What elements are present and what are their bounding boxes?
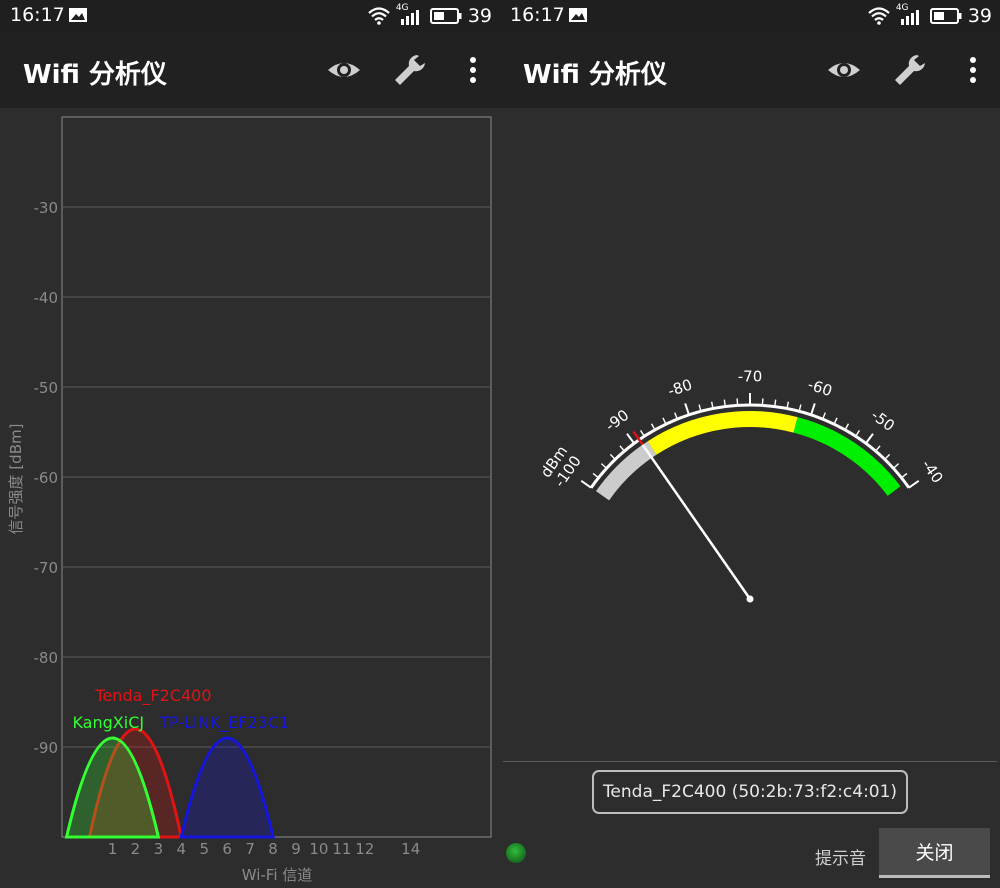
more-icon[interactable] — [955, 52, 991, 88]
gauge-tick — [609, 453, 616, 460]
battery-icon — [429, 8, 462, 24]
gauge-tick — [855, 430, 861, 437]
battery-percent: 39 — [967, 5, 992, 27]
gauge-tick — [580, 480, 592, 489]
x-tick-label: 3 — [154, 840, 164, 858]
network-type: 4G — [395, 3, 409, 13]
app-title: Wifi 分析仪 — [523, 60, 667, 90]
x-tick-label: 9 — [291, 840, 301, 858]
channel-chart: 信号强度 [dBm] Wi-Fi 信道 -30 -40 -50 -60 -70 -80 -9… — [7, 116, 492, 884]
gauge-tick — [908, 480, 920, 489]
gauge-tick — [865, 433, 874, 444]
wifi-signal-icon — [868, 7, 890, 25]
status-bar: 16:17 4G 39 — [0, 0, 500, 32]
gauge-zone-2 — [793, 417, 901, 496]
gauge-label: -40 — [918, 456, 947, 486]
x-tick-label: 6 — [222, 840, 232, 858]
gauge-tick — [844, 423, 850, 431]
wifi-signal-icon — [368, 7, 390, 25]
x-axis-label: Wi-Fi 信道 — [242, 866, 313, 884]
y-tick-label: -60 — [34, 469, 59, 487]
gauge-label: -50 — [868, 406, 898, 435]
x-tick-label: 7 — [245, 840, 255, 858]
x-tick-label: 10 — [309, 840, 328, 858]
status-time: 16:17 — [510, 4, 565, 26]
gauge-zone-1 — [647, 411, 798, 455]
signal-gauge: -100-90-80 -70 -60-50-40dBm — [537, 368, 947, 603]
gauge-tick — [592, 472, 599, 479]
x-tick-label: 11 — [332, 840, 351, 858]
close-button[interactable]: 关闭 — [879, 828, 990, 878]
gauge-label: -60 — [806, 375, 835, 400]
x-tick-label: 5 — [199, 840, 209, 858]
gauge-label: -90 — [602, 406, 632, 435]
y-axis-label: 信号强度 [dBm] — [7, 424, 25, 535]
signal-meter-screen: 16:17 4G 39 Wifi 分析仪 -100 -90 -80 -70 -6… — [500, 0, 1000, 888]
gauge-tick — [774, 399, 777, 407]
y-tick-label: -40 — [34, 289, 59, 307]
battery-percent: 39 — [467, 5, 492, 27]
cell-signal-icon: 4G — [395, 3, 424, 26]
eye-icon[interactable] — [826, 52, 862, 88]
app-bar: Wifi 分析仪 — [0, 32, 500, 108]
divider — [503, 761, 997, 762]
gauge-tick — [600, 463, 608, 469]
cell-signal-icon: 4G — [895, 3, 924, 26]
gauge-tick — [723, 399, 726, 407]
series-label-0: Tenda_F2C400 — [94, 686, 211, 706]
gauge-tick — [875, 445, 881, 452]
x-tick-label: 14 — [401, 840, 420, 858]
y-tick-label: -30 — [34, 199, 59, 217]
signal-curve-2 — [179, 736, 275, 839]
x-tick-label: 1 — [108, 840, 118, 858]
gauge-tick — [626, 433, 635, 444]
gauge-needle-hub — [746, 595, 754, 603]
status-time: 16:17 — [10, 4, 65, 26]
x-tick-label: 8 — [268, 840, 278, 858]
gauge-tick — [639, 430, 645, 437]
y-tick-label: -80 — [34, 649, 59, 667]
gauge-tick — [810, 403, 816, 416]
channel-graph-screen: 16:17 4G 39 Wifi 分析仪 信号强度 [dBm] Wi-Fi 信道… — [0, 0, 500, 888]
gauge-zone-0 — [596, 441, 657, 501]
x-tick-label: 2 — [131, 840, 141, 858]
y-tick-label: -90 — [34, 739, 59, 757]
gallery-notification-icon — [69, 8, 87, 22]
gauge-label: -70 — [738, 368, 763, 386]
series-label-1: KangXiCJ — [72, 713, 144, 732]
gauge-tick — [619, 445, 625, 452]
gauge-tick — [884, 453, 891, 460]
gauge-tick — [684, 403, 690, 416]
wrench-icon[interactable] — [392, 52, 428, 88]
gauge-needle — [641, 443, 752, 600]
app-title: Wifi 分析仪 — [23, 60, 167, 90]
eye-icon[interactable] — [326, 52, 362, 88]
gauge-label: -80 — [666, 375, 695, 400]
selected-network-button[interactable]: Tenda_F2C400 (50:2b:73:f2:c4:01) — [592, 770, 908, 814]
x-tick-label: 4 — [177, 840, 187, 858]
gauge-tick — [892, 463, 900, 469]
status-led — [506, 843, 526, 863]
battery-icon — [929, 8, 962, 24]
x-tick-label: 12 — [355, 840, 374, 858]
network-type: 4G — [895, 3, 909, 13]
gauge-tick — [901, 472, 908, 479]
wrench-icon[interactable] — [892, 52, 928, 88]
y-tick-label: -50 — [34, 379, 59, 397]
status-bar: 16:17 4G 39 — [500, 0, 1000, 32]
app-bar: Wifi 分析仪 — [500, 32, 1000, 108]
y-tick-label: -70 — [34, 559, 59, 577]
series-label-2: TP-LINK_EF23C1 — [158, 713, 289, 733]
gauge-tick — [650, 423, 656, 431]
gallery-notification-icon — [569, 8, 587, 22]
sound-toggle-label[interactable]: 提示音 — [815, 844, 866, 869]
more-icon[interactable] — [455, 52, 491, 88]
